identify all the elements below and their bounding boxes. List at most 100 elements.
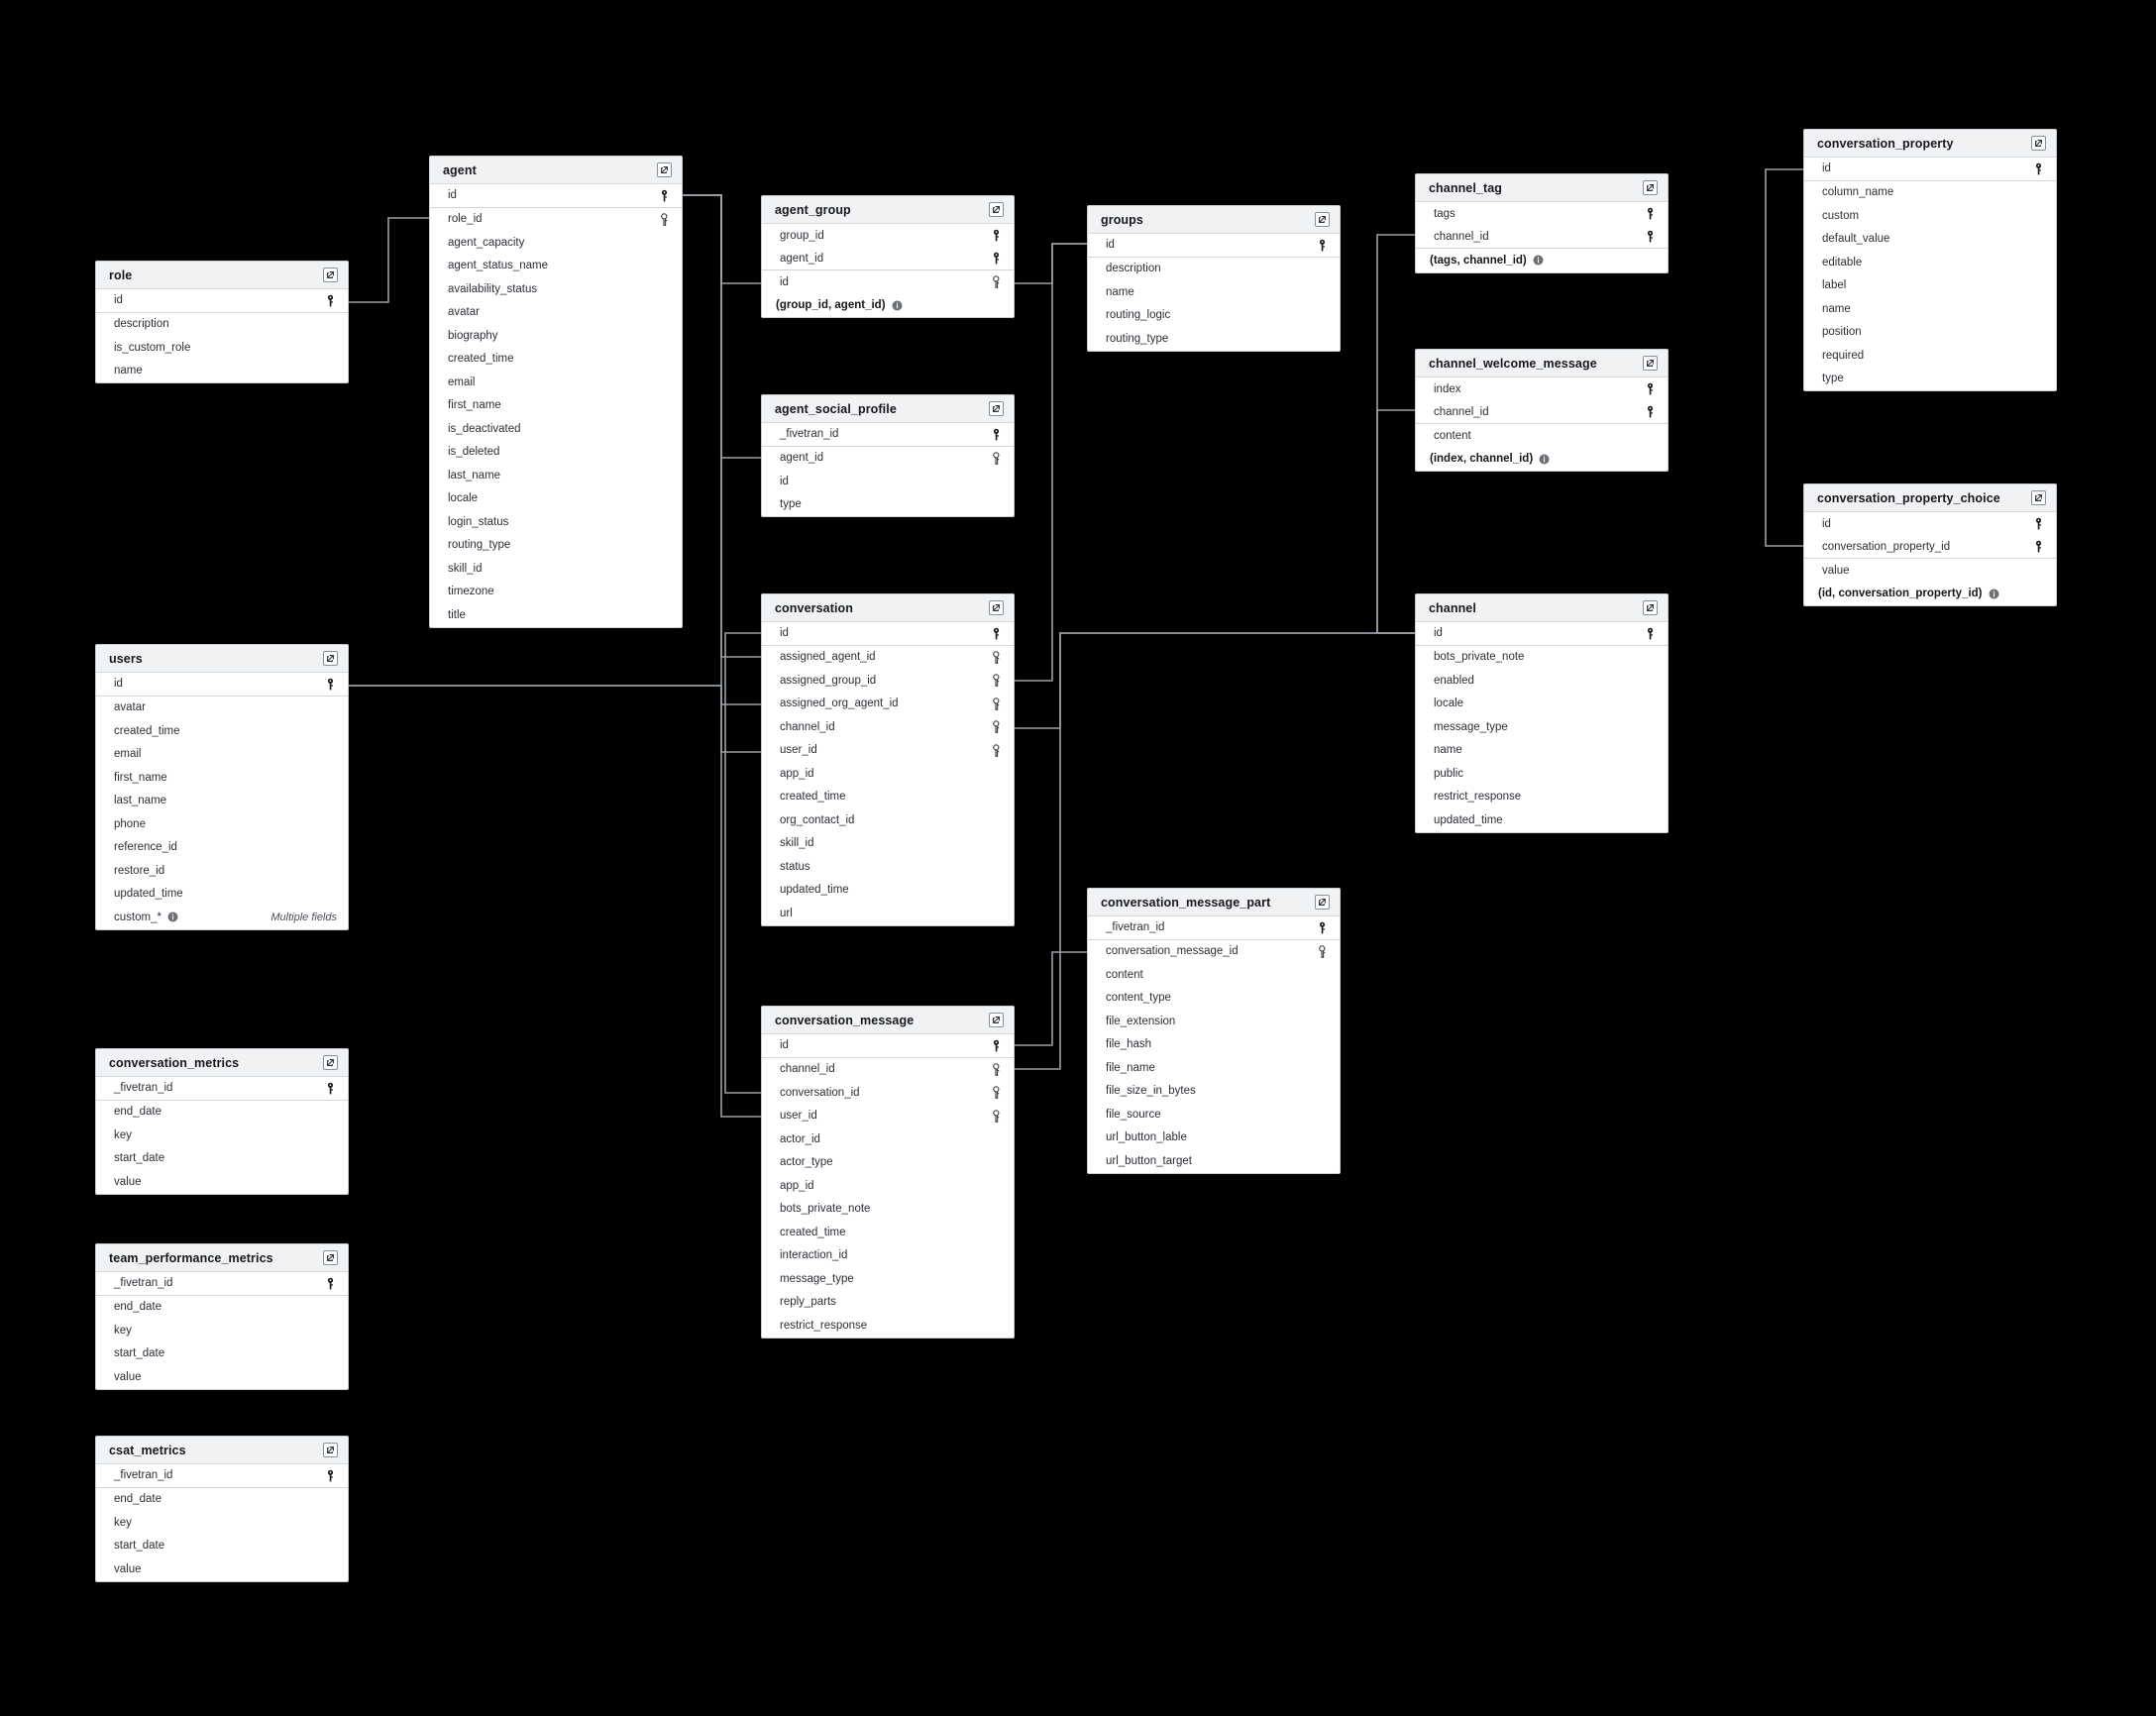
column-row[interactable]: status <box>762 855 1014 879</box>
column-row[interactable]: index <box>1416 377 1668 401</box>
column-row[interactable]: value <box>96 1170 348 1194</box>
column-row[interactable]: locale <box>1416 693 1668 716</box>
table-header-groups[interactable]: groups <box>1088 206 1340 234</box>
table-card-role[interactable]: role id description is_custom_role name <box>95 261 349 383</box>
column-row[interactable]: conversation_id <box>762 1081 1014 1105</box>
column-row[interactable]: description <box>96 313 348 337</box>
column-row[interactable]: skill_id <box>762 832 1014 856</box>
column-row[interactable]: file_name <box>1088 1056 1340 1080</box>
column-row[interactable]: restore_id <box>96 859 348 883</box>
column-row[interactable]: id <box>1804 512 2056 536</box>
column-row[interactable]: bots_private_note <box>1416 646 1668 670</box>
column-row[interactable]: created_time <box>762 786 1014 809</box>
external-link-icon[interactable] <box>989 1013 1004 1027</box>
column-row[interactable]: message_type <box>762 1267 1014 1291</box>
column-row[interactable]: file_hash <box>1088 1033 1340 1057</box>
column-row[interactable]: id <box>1416 622 1668 646</box>
column-row[interactable]: assigned_org_agent_id <box>762 693 1014 716</box>
column-row[interactable]: created_time <box>762 1221 1014 1244</box>
table-header-conversation_metrics[interactable]: conversation_metrics <box>96 1049 348 1077</box>
column-row[interactable]: type <box>1804 368 2056 391</box>
column-row[interactable]: avatar <box>430 301 682 325</box>
column-row[interactable]: id <box>762 270 1014 294</box>
column-row[interactable]: conversation_message_id <box>1088 940 1340 964</box>
column-row[interactable]: name <box>96 360 348 383</box>
column-row[interactable]: file_extension <box>1088 1010 1340 1033</box>
column-row[interactable]: conversation_property_id <box>1804 536 2056 559</box>
column-row[interactable]: skill_id <box>430 557 682 581</box>
column-row[interactable]: biography <box>430 324 682 348</box>
table-header-csat_metrics[interactable]: csat_metrics <box>96 1437 348 1464</box>
external-link-icon[interactable] <box>323 651 338 666</box>
column-row[interactable]: interaction_id <box>762 1244 1014 1268</box>
column-row[interactable]: org_contact_id <box>762 808 1014 832</box>
column-row[interactable]: start_date <box>96 1342 348 1366</box>
info-icon[interactable] <box>1539 454 1550 465</box>
column-row[interactable]: key <box>96 1511 348 1535</box>
table-header-channel[interactable]: channel <box>1416 594 1668 622</box>
column-row[interactable]: custom <box>1804 204 2056 228</box>
external-link-icon[interactable] <box>2031 490 2046 505</box>
table-card-conversation_message_part[interactable]: conversation_message_part _fivetran_id con… <box>1087 888 1341 1174</box>
column-row[interactable]: value <box>96 1365 348 1389</box>
column-row[interactable]: id <box>762 1034 1014 1058</box>
column-row[interactable]: value <box>1804 559 2056 583</box>
external-link-icon[interactable] <box>323 268 338 282</box>
column-row[interactable]: group_id <box>762 224 1014 248</box>
column-row[interactable]: user_id <box>762 1105 1014 1128</box>
external-link-icon[interactable] <box>323 1250 338 1265</box>
column-row[interactable]: public <box>1416 762 1668 786</box>
info-icon[interactable] <box>1533 255 1544 266</box>
column-row[interactable]: type <box>762 493 1014 517</box>
column-row[interactable]: is_custom_role <box>96 336 348 360</box>
column-row[interactable]: _fivetran_id <box>96 1272 348 1296</box>
column-row[interactable]: start_date <box>96 1147 348 1171</box>
table-header-team_performance_metrics[interactable]: team_performance_metrics <box>96 1244 348 1272</box>
column-row[interactable]: phone <box>96 812 348 836</box>
column-row[interactable]: url_button_target <box>1088 1149 1340 1173</box>
column-row[interactable]: updated_time <box>96 883 348 907</box>
table-header-channel_welcome_message[interactable]: channel_welcome_message <box>1416 350 1668 377</box>
table-card-channel_tag[interactable]: channel_tag tags channel_id (tags, channel_… <box>1415 173 1669 273</box>
column-row[interactable]: end_date <box>96 1101 348 1125</box>
external-link-icon[interactable] <box>989 202 1004 217</box>
column-row[interactable]: assigned_agent_id <box>762 646 1014 670</box>
table-card-channel_welcome_message[interactable]: channel_welcome_message index channel_id co… <box>1415 349 1669 472</box>
column-row[interactable]: _fivetran_id <box>96 1464 348 1488</box>
info-icon[interactable] <box>1989 589 1999 599</box>
table-card-conversation_message[interactable]: conversation_message id channel_id conversa… <box>761 1006 1015 1339</box>
column-row[interactable]: position <box>1804 321 2056 345</box>
column-row[interactable]: enabled <box>1416 669 1668 693</box>
column-row[interactable]: editable <box>1804 251 2056 274</box>
column-row[interactable]: app_id <box>762 762 1014 786</box>
column-row[interactable]: value <box>96 1557 348 1581</box>
column-row[interactable]: actor_type <box>762 1151 1014 1175</box>
column-row[interactable]: created_time <box>96 719 348 743</box>
erd-canvas[interactable]: role id description is_custom_role name agent… <box>0 0 2156 1716</box>
column-row[interactable]: content <box>1088 963 1340 987</box>
table-header-conversation_message_part[interactable]: conversation_message_part <box>1088 889 1340 916</box>
table-card-agent[interactable]: agent id role_id agent_capacity agent_status… <box>429 156 683 628</box>
external-link-icon[interactable] <box>657 162 672 177</box>
column-row[interactable]: column_name <box>1804 181 2056 205</box>
column-row[interactable]: start_date <box>96 1535 348 1558</box>
external-link-icon[interactable] <box>1643 180 1658 195</box>
column-row[interactable]: id <box>96 673 348 697</box>
column-row[interactable]: end_date <box>96 1488 348 1512</box>
column-row[interactable]: is_deleted <box>430 441 682 465</box>
column-row[interactable]: reply_parts <box>762 1291 1014 1315</box>
info-icon[interactable] <box>892 300 903 311</box>
table-header-conversation_property_choice[interactable]: conversation_property_choice <box>1804 484 2056 512</box>
table-card-conversation_property_choice[interactable]: conversation_property_choice id conversati… <box>1803 483 2057 606</box>
column-row[interactable]: id <box>96 289 348 313</box>
column-row[interactable]: app_id <box>762 1174 1014 1198</box>
column-row[interactable]: role_id <box>430 208 682 232</box>
info-icon[interactable] <box>167 912 178 922</box>
column-row[interactable]: name <box>1804 297 2056 321</box>
external-link-icon[interactable] <box>1315 212 1330 227</box>
table-header-users[interactable]: users <box>96 645 348 673</box>
external-link-icon[interactable] <box>323 1055 338 1070</box>
table-header-role[interactable]: role <box>96 262 348 289</box>
column-row[interactable]: restrict_response <box>762 1314 1014 1338</box>
column-row[interactable]: availability_status <box>430 277 682 301</box>
